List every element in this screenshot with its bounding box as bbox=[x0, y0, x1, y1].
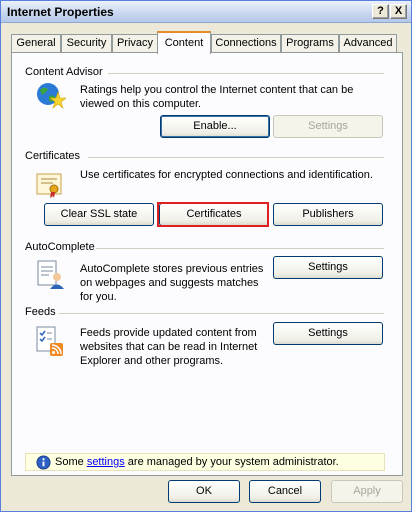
certificates-desc: Use certificates for encrypted connectio… bbox=[80, 169, 373, 181]
autocomplete-icon bbox=[37, 260, 64, 289]
autocomplete-desc-line2: on webpages and suggests matches bbox=[80, 277, 259, 289]
feeds-desc-line1: Feeds provide updated content from bbox=[80, 327, 257, 339]
autocomplete-settings-button[interactable]: Settings bbox=[273, 256, 383, 279]
globe-star-icon bbox=[37, 83, 66, 109]
tab-security[interactable]: Security bbox=[61, 34, 112, 53]
window-title: Internet Properties bbox=[7, 5, 114, 19]
content-advisor-settings-button[interactable]: Settings bbox=[273, 115, 383, 138]
autocomplete-heading: AutoComplete bbox=[25, 241, 95, 253]
tab-privacy[interactable]: Privacy bbox=[112, 34, 158, 53]
certificate-icon bbox=[36, 173, 62, 198]
close-button[interactable]: X bbox=[390, 4, 407, 19]
help-button[interactable]: ? bbox=[372, 4, 389, 19]
certificates-button[interactable]: Certificates bbox=[159, 203, 269, 226]
tab-general[interactable]: General bbox=[11, 34, 61, 53]
certificates-heading: Certificates bbox=[25, 150, 81, 162]
divider bbox=[59, 313, 384, 314]
divider bbox=[108, 73, 384, 74]
enable-button[interactable]: Enable... bbox=[160, 115, 270, 138]
feeds-desc-line3: Explorer and other programs. bbox=[80, 355, 224, 367]
internet-properties-window: Internet Properties ? X General Security… bbox=[0, 0, 412, 512]
feeds-desc-line2: websites that can be read in Internet bbox=[80, 341, 258, 353]
info-suffix: are managed by your system administrator… bbox=[127, 456, 339, 468]
tab-content[interactable]: Content bbox=[157, 31, 211, 54]
clear-ssl-state-button[interactable]: Clear SSL state bbox=[44, 203, 154, 226]
info-prefix: Some bbox=[55, 456, 84, 468]
autocomplete-desc-line3: for you. bbox=[80, 291, 117, 303]
content-advisor-heading: Content Advisor bbox=[25, 66, 103, 78]
info-icon bbox=[36, 455, 51, 470]
tab-advanced[interactable]: Advanced bbox=[339, 34, 397, 53]
apply-button[interactable]: Apply bbox=[331, 480, 403, 503]
tab-strip: General Security Privacy Content Connect… bbox=[11, 31, 403, 54]
feed-icon bbox=[36, 326, 63, 356]
feeds-settings-button[interactable]: Settings bbox=[273, 322, 383, 345]
settings-link[interactable]: settings bbox=[87, 456, 125, 468]
content-advisor-desc-line1: Ratings help you control the Internet co… bbox=[80, 84, 354, 96]
tab-programs[interactable]: Programs bbox=[281, 34, 339, 53]
title-bar[interactable]: Internet Properties ? X bbox=[1, 1, 411, 23]
publishers-button[interactable]: Publishers bbox=[273, 203, 383, 226]
divider bbox=[96, 248, 384, 249]
tab-connections[interactable]: Connections bbox=[211, 34, 281, 53]
content-advisor-desc-line2: viewed on this computer. bbox=[80, 98, 202, 110]
ok-button[interactable]: OK bbox=[168, 480, 240, 503]
divider bbox=[88, 157, 384, 158]
autocomplete-desc-line1: AutoComplete stores previous entries bbox=[80, 263, 264, 275]
info-bar: Some settings are managed by your system… bbox=[25, 453, 385, 471]
info-message: Some settings are managed by your system… bbox=[55, 456, 339, 468]
cancel-button[interactable]: Cancel bbox=[249, 480, 321, 503]
feeds-heading: Feeds bbox=[25, 306, 56, 318]
content-panel: Content Advisor Ratings help you control… bbox=[11, 52, 403, 476]
